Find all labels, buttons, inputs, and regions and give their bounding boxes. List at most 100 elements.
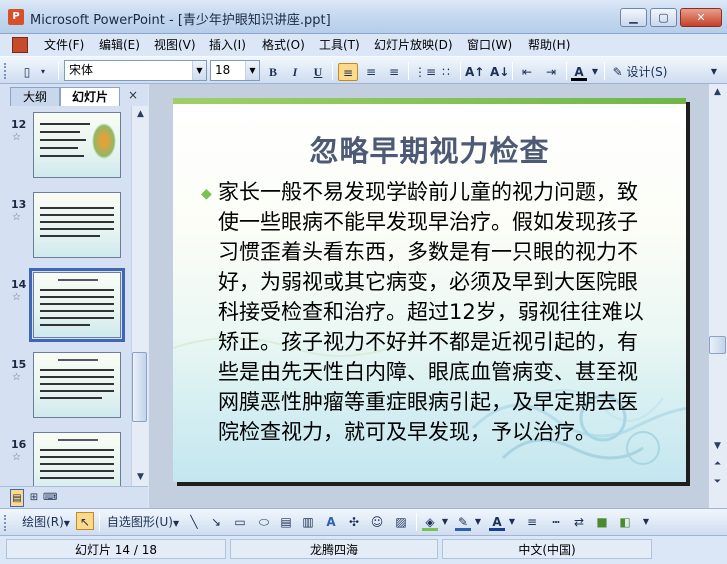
align-left-icon[interactable]: ≡ [338, 63, 358, 81]
oval-tool-icon[interactable]: ⬭ [255, 513, 273, 531]
status-bar: 幻灯片 14 / 18 龙腾四海 中文(中国) [0, 535, 727, 564]
numbering-icon[interactable]: ⋮≡ [414, 63, 436, 81]
bold-button[interactable]: B [264, 63, 282, 81]
textbox-tool-icon[interactable]: ▤ [278, 513, 294, 531]
draw-menu-label: 绘图(R) [22, 515, 64, 529]
decrease-indent-icon[interactable]: ⇤ [518, 63, 536, 81]
autoshapes-label: 自选图形(U) [106, 515, 173, 529]
scroll-down-icon[interactable]: ▼ [709, 438, 726, 455]
close-button[interactable]: ✕ [680, 8, 722, 27]
menu-insert[interactable]: 插入(I) [205, 34, 250, 56]
diagram-icon[interactable]: ✣ [346, 513, 362, 531]
design-button[interactable]: ✎ 设计(S) [610, 63, 670, 81]
animation-star-icon: ☆ [12, 212, 21, 223]
rectangle-tool-icon[interactable]: ▭ [231, 513, 249, 531]
scroll-down-icon[interactable]: ▼ [132, 469, 149, 486]
increase-font-icon[interactable]: A↑ [465, 63, 484, 81]
chevron-down-icon[interactable]: ▼ [507, 513, 517, 531]
dash-style-icon[interactable]: ┅ [547, 513, 565, 531]
align-center-icon[interactable]: ≡ [362, 63, 380, 81]
chevron-down-icon[interactable]: ▼ [245, 61, 259, 80]
font-name-combo[interactable]: 宋体 ▼ [64, 60, 207, 81]
document-icon[interactable] [12, 37, 28, 53]
arrow-style-icon[interactable]: ⇄ [570, 513, 588, 531]
status-slide-info: 幻灯片 14 / 18 [6, 539, 226, 559]
slide-thumbnail-12[interactable] [33, 112, 121, 178]
underline-button[interactable]: U [309, 63, 327, 81]
panel-scrollbar[interactable]: ▲ ▼ [131, 106, 148, 486]
toolbar-options-icon[interactable]: ▼ [640, 513, 652, 531]
main-scroll-thumb[interactable] [709, 336, 726, 354]
slide-body-text[interactable]: 家长一般不易发现学龄前儿童的视力问题，致使一些眼病不能早发现早治疗。假如发现孩子… [218, 177, 658, 447]
next-slide-icon[interactable]: ⏷ [709, 474, 726, 491]
tab-slides[interactable]: 幻灯片 [60, 87, 120, 106]
scroll-up-icon[interactable]: ▲ [132, 106, 149, 123]
powerpoint-app-icon[interactable]: P [8, 9, 24, 25]
toolbar-grip[interactable] [4, 63, 8, 79]
new-dropdown-icon[interactable]: ▾ [38, 63, 48, 81]
drawing-toolbar: 绘图(R)▼ ↖ 自选图形(U)▼ ╲ ↘ ▭ ⬭ ▤ ▥ A ✣ ☺ ▨ ◈ … [0, 508, 727, 535]
scroll-up-icon[interactable]: ▲ [709, 84, 726, 101]
line-color-icon[interactable]: ✎ [455, 513, 471, 531]
slide-thumbnail-16[interactable] [33, 432, 121, 486]
slide-title[interactable]: 忽略早期视力检查 [173, 128, 686, 170]
select-pointer-icon[interactable]: ↖ [76, 512, 94, 530]
picture-icon[interactable]: ▨ [393, 513, 409, 531]
view-buttons: ▤ ⊞ ⌨ [0, 486, 148, 508]
chevron-down-icon[interactable]: ▼ [440, 513, 450, 531]
main-scrollbar[interactable]: ▲ ▼ ⏶ ⏷ [708, 84, 727, 508]
menu-slideshow[interactable]: 幻灯片放映(D) [370, 34, 457, 56]
chevron-down-icon[interactable]: ▼ [192, 61, 206, 80]
previous-slide-icon[interactable]: ⏶ [709, 456, 726, 473]
slide-sorter-view-icon[interactable]: ⊞ [27, 489, 41, 507]
italic-button[interactable]: I [286, 63, 304, 81]
menu-edit[interactable]: 编辑(E) [95, 34, 144, 56]
menu-tools[interactable]: 工具(T) [315, 34, 364, 56]
menu-help[interactable]: 帮助(H) [524, 34, 574, 56]
font-color-icon[interactable]: A [489, 513, 505, 531]
line-tool-icon[interactable]: ╲ [186, 513, 202, 531]
toolbar-options-icon[interactable]: ▼ [708, 63, 720, 81]
slideshow-view-icon[interactable]: ⌨ [43, 489, 57, 507]
new-document-icon[interactable]: ▯ [18, 63, 36, 81]
status-language: 中文(中国) [442, 539, 652, 559]
bullets-icon[interactable]: ∷ [437, 63, 455, 81]
current-slide[interactable]: 忽略早期视力检查 ◆ 家长一般不易发现学龄前儿童的视力问题，致使一些眼病不能早发… [173, 98, 686, 482]
menu-format[interactable]: 格式(O) [258, 34, 309, 56]
toolbar-separator [416, 513, 417, 531]
normal-view-icon[interactable]: ▤ [10, 489, 24, 507]
menu-file[interactable]: 文件(F) [40, 34, 88, 56]
slide-thumbnail-15[interactable] [33, 352, 121, 418]
slide-thumbnail-13[interactable] [33, 192, 121, 258]
fill-color-icon[interactable]: ◈ [422, 513, 438, 531]
arrow-tool-icon[interactable]: ↘ [208, 513, 224, 531]
minimize-button[interactable]: ▁ [620, 8, 647, 27]
tab-outline[interactable]: 大纲 [10, 87, 60, 106]
toolbar-grip[interactable] [4, 515, 8, 531]
slide-thumbnail-14[interactable] [29, 268, 125, 342]
slide-number: 14 [11, 278, 27, 291]
menu-view[interactable]: 视图(V) [150, 34, 200, 56]
maximize-button[interactable]: ▢ [650, 8, 677, 27]
decrease-font-icon[interactable]: A↓ [490, 63, 509, 81]
menu-window[interactable]: 窗口(W) [463, 34, 516, 56]
increase-indent-icon[interactable]: ⇥ [542, 63, 560, 81]
close-icon[interactable]: × [128, 88, 142, 102]
draw-menu-button[interactable]: 绘图(R)▼ [18, 513, 74, 531]
panel-scroll-thumb[interactable] [132, 352, 147, 422]
chevron-down-icon[interactable]: ▼ [590, 63, 600, 81]
chevron-down-icon[interactable]: ▼ [473, 513, 483, 531]
align-right-icon[interactable]: ≡ [385, 63, 403, 81]
slides-panel: 大纲 幻灯片 × 12 ☆ 13 ☆ 14 ☆ 15 ☆ 16 ☆ ▲ ▼ ▤ … [0, 84, 148, 508]
wordart-icon[interactable]: A [323, 513, 339, 531]
shadow-style-icon[interactable]: ■ [593, 513, 611, 531]
toolbar-separator [460, 62, 461, 80]
line-style-icon[interactable]: ≡ [523, 513, 541, 531]
toolbar-separator [58, 62, 59, 80]
vertical-textbox-icon[interactable]: ▥ [300, 513, 316, 531]
font-color-icon[interactable]: A [571, 63, 587, 81]
clipart-icon[interactable]: ☺ [369, 513, 385, 531]
font-size-combo[interactable]: 18 ▼ [210, 60, 260, 81]
3d-style-icon[interactable]: ◧ [616, 513, 634, 531]
autoshapes-button[interactable]: 自选图形(U)▼ [104, 513, 182, 531]
